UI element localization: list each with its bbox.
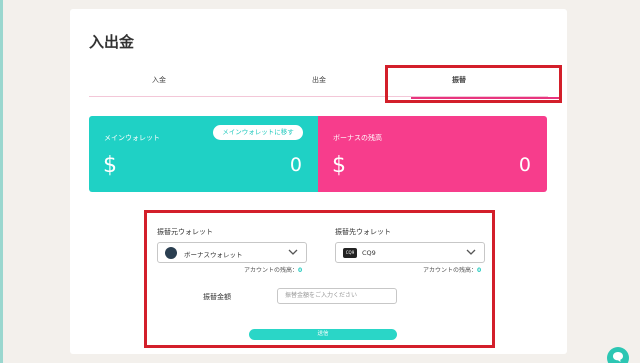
move-to-main-wallet-button[interactable]: メインウォレットに移す xyxy=(213,125,303,140)
to-wallet-balance: アカウントの残高：0 xyxy=(423,265,481,274)
bonus-wallet-label: ボーナスの残高 xyxy=(333,134,382,142)
from-balance-value: 0 xyxy=(298,267,303,274)
transfer-form-highlight-box: 振替元ウォレット ボーナスウォレット 振替先ウォレット CQ9 CQ9 アカウン… xyxy=(144,210,495,348)
amount-label: 振替金額 xyxy=(203,293,231,301)
cq9-logo-icon: CQ9 xyxy=(343,248,357,258)
to-wallet-select[interactable]: CQ9 CQ9 xyxy=(335,242,485,263)
bonus-wallet-icon xyxy=(165,247,177,259)
to-wallet-selected: CQ9 xyxy=(362,249,376,257)
bonus-wallet-currency: $ xyxy=(332,153,346,178)
submit-button[interactable]: 送信 xyxy=(249,329,397,340)
main-wallet-amount: 0 xyxy=(289,154,302,176)
main-wallet-panel: メインウォレット メインウォレットに移す $ 0 xyxy=(89,116,318,192)
page-title: 入出金 xyxy=(89,33,135,51)
main-wallet-currency: $ xyxy=(103,153,117,178)
to-balance-label: アカウントの残高： xyxy=(423,267,478,274)
main-wallet-label: メインウォレット xyxy=(104,134,160,142)
chat-bubble-icon[interactable] xyxy=(607,347,629,363)
from-wallet-selected: ボーナスウォレット xyxy=(184,251,243,259)
chevron-down-icon xyxy=(466,249,476,255)
transfer-tab-highlight-box xyxy=(385,65,562,103)
from-wallet-balance: アカウントの残高：0 xyxy=(244,265,302,274)
to-wallet-label: 振替先ウォレット xyxy=(335,228,391,236)
bonus-wallet-panel: ボーナスの残高 $ 0 xyxy=(318,116,547,192)
page-edge-accent xyxy=(0,0,3,363)
chevron-down-icon xyxy=(288,249,298,255)
tab-deposit[interactable]: 入金 xyxy=(129,75,189,85)
tab-withdraw[interactable]: 出金 xyxy=(289,75,349,85)
from-wallet-select[interactable]: ボーナスウォレット xyxy=(157,242,307,263)
amount-input[interactable]: 振替金額をご入力ください xyxy=(277,288,397,304)
deposit-withdraw-card: 入出金 入金 出金 振替 メインウォレット メインウォレットに移す $ 0 ボー… xyxy=(70,9,567,354)
bonus-wallet-amount: 0 xyxy=(518,154,531,176)
from-wallet-label: 振替元ウォレット xyxy=(157,228,213,236)
to-balance-value: 0 xyxy=(477,267,482,274)
from-balance-label: アカウントの残高： xyxy=(244,267,299,274)
